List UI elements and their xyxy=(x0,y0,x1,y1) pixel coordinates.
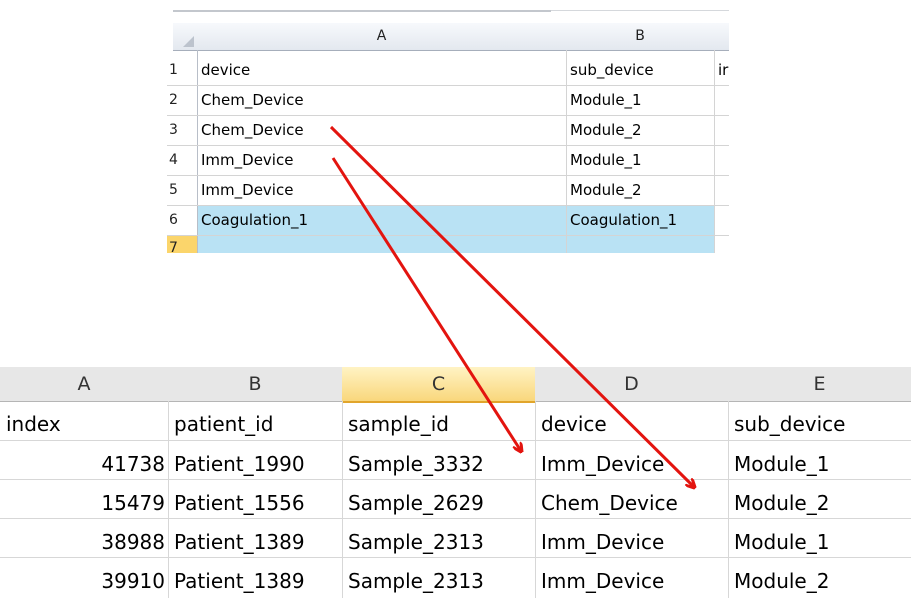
row-header-1[interactable]: 1 xyxy=(167,55,199,85)
cell-sub-device[interactable]: Module_1 xyxy=(734,449,829,479)
cell-C1[interactable]: ir xyxy=(714,55,733,85)
cell-patient-id[interactable]: Patient_1389 xyxy=(174,566,305,596)
column-header-D[interactable]: D xyxy=(535,367,729,402)
cell-sample-id[interactable]: Sample_2629 xyxy=(348,488,484,518)
cell-A3[interactable]: Chem_Device xyxy=(197,115,304,145)
cell-patient-id[interactable]: Patient_1389 xyxy=(174,527,305,557)
cell-patient-id[interactable]: Patient_1990 xyxy=(174,449,305,479)
cell-patient-id[interactable]: Patient_1556 xyxy=(174,488,305,518)
cell-D-header[interactable]: device xyxy=(541,409,607,439)
column-header-C-partial[interactable] xyxy=(714,23,729,51)
column-header-E[interactable]: E xyxy=(728,367,911,402)
cell-A-header[interactable]: index xyxy=(6,409,61,439)
cell-index[interactable]: 15479 xyxy=(0,488,165,518)
cell-E-header[interactable]: sub_device xyxy=(734,409,845,439)
cell-device[interactable]: Imm_Device xyxy=(541,566,664,596)
cell-device[interactable]: Imm_Device xyxy=(541,527,664,557)
cell-device[interactable]: Imm_Device xyxy=(541,449,664,479)
selected-row-7-fill xyxy=(197,235,714,253)
column-header-B[interactable]: B xyxy=(566,23,715,51)
column-header-B[interactable]: B xyxy=(168,367,343,402)
cell-sub-device[interactable]: Module_2 xyxy=(734,488,829,518)
row-header-2[interactable]: 2 xyxy=(167,85,199,115)
cell-A5[interactable]: Imm_Device xyxy=(197,175,293,205)
cell-A1[interactable]: device xyxy=(197,55,250,85)
cell-device[interactable]: Chem_Device xyxy=(541,488,678,518)
cell-B2[interactable]: Module_1 xyxy=(566,85,642,115)
cell-B-header[interactable]: patient_id xyxy=(174,409,273,439)
cell-sample-id[interactable]: Sample_2313 xyxy=(348,527,484,557)
top-spreadsheet: A B 1 2 3 4 5 6 7 device sub_device ir C… xyxy=(0,0,911,260)
cell-A2[interactable]: Chem_Device xyxy=(197,85,304,115)
cell-sub-device[interactable]: Module_2 xyxy=(734,566,829,596)
row-header-3[interactable]: 3 xyxy=(167,115,199,145)
cell-B1[interactable]: sub_device xyxy=(566,55,654,85)
cell-index[interactable]: 41738 xyxy=(0,449,165,479)
row-header-5[interactable]: 5 xyxy=(167,175,199,205)
cell-A4[interactable]: Imm_Device xyxy=(197,145,293,175)
cell-sample-id[interactable]: Sample_3332 xyxy=(348,449,484,479)
cell-sample-id[interactable]: Sample_2313 xyxy=(348,566,484,596)
cell-A6[interactable]: Coagulation_1 xyxy=(197,205,308,235)
cell-index[interactable]: 39910 xyxy=(0,566,165,596)
cell-sub-device[interactable]: Module_1 xyxy=(734,527,829,557)
cell-C-header[interactable]: sample_id xyxy=(348,409,449,439)
row-header-6[interactable]: 6 xyxy=(167,205,199,235)
row-header-4[interactable]: 4 xyxy=(167,145,199,175)
column-header-A[interactable]: A xyxy=(197,23,567,51)
cell-B3[interactable]: Module_2 xyxy=(566,115,642,145)
cell-B6[interactable]: Coagulation_1 xyxy=(566,205,677,235)
column-header-C-active[interactable]: C xyxy=(342,367,536,403)
cell-index[interactable]: 38988 xyxy=(0,527,165,557)
row-header-7[interactable]: 7 xyxy=(167,235,199,253)
cell-B4[interactable]: Module_1 xyxy=(566,145,642,175)
cell-B5[interactable]: Module_2 xyxy=(566,175,642,205)
toolbar-edge xyxy=(173,10,551,12)
column-header-A[interactable]: A xyxy=(0,367,169,402)
toolbar-edge-right xyxy=(551,10,729,11)
select-all-corner[interactable] xyxy=(173,23,198,51)
